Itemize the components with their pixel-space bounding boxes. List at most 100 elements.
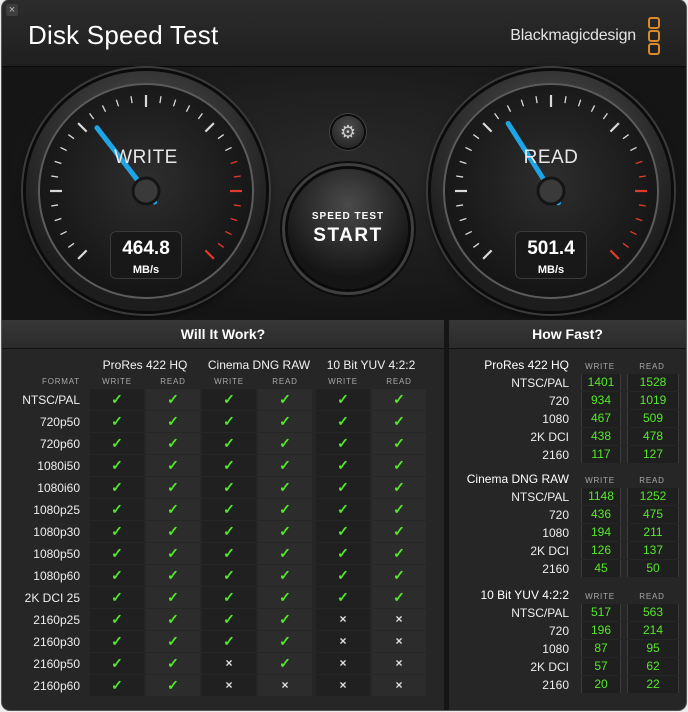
read-gauge-label: READ (523, 147, 579, 168)
undefined (520, 99, 525, 107)
cross-icon: × (316, 675, 370, 696)
group-cinema-dng: Cinema DNG RAW (207, 358, 311, 372)
write-speed-unit: MB/s (132, 264, 160, 276)
read-fps-value: 1528 (627, 374, 679, 391)
speed-test-start-button[interactable]: SPEED TEST START (288, 169, 408, 289)
cross-icon: × (316, 609, 370, 630)
how-fast-row: 2K DCI 126 137 (449, 542, 686, 560)
undefined (51, 204, 59, 207)
format-label: 720p50 (39, 415, 80, 429)
brand-name: Blackmagicdesign (510, 27, 636, 44)
check-icon: ✓ (90, 609, 144, 630)
check-icon: ✓ (146, 675, 200, 696)
write-speed-readout: 464.8 MB/s (110, 231, 182, 279)
check-icon: ✓ (372, 389, 426, 410)
write-fps-value: 117 (581, 446, 621, 463)
write-header: WRITE (585, 592, 615, 601)
resolution-label: 720 (548, 394, 569, 408)
check-icon: ✓ (90, 455, 144, 476)
read-speed-value: 501.4 (527, 238, 575, 259)
check-icon: ✓ (202, 565, 256, 586)
read-fps-value: 509 (627, 410, 679, 427)
format-header: FORMAT (42, 377, 80, 386)
resolution-label: 2160 (542, 448, 569, 462)
write-fps-value: 87 (581, 640, 621, 657)
app-title: Disk Speed Test (28, 20, 219, 50)
how-fast-title: How Fast? (449, 320, 686, 349)
check-icon: ✓ (258, 411, 312, 432)
check-icon: ✓ (316, 521, 370, 542)
check-icon: ✓ (146, 543, 200, 564)
check-icon: ✓ (202, 433, 256, 454)
resolution-label: 2K DCI (530, 544, 569, 558)
write-fps-value: 934 (581, 392, 621, 409)
check-icon: ✓ (90, 499, 144, 520)
how-fast-row: 2160 117 127 (449, 446, 686, 464)
cross-icon: × (316, 631, 370, 652)
check-icon: ✓ (90, 477, 144, 498)
read-header: READ (639, 362, 665, 371)
format-row: 1080i60 ✓ ✓ ✓ ✓ ✓ ✓ (2, 477, 444, 499)
how-fast-row: 2K DCI 57 62 (449, 658, 686, 676)
check-icon: ✓ (258, 653, 312, 674)
read-fps-value: 127 (627, 446, 679, 463)
check-icon: ✓ (90, 389, 144, 410)
check-icon: ✓ (146, 499, 200, 520)
undefined (535, 96, 538, 104)
resolution-label: 720 (548, 624, 569, 638)
cross-icon: × (258, 675, 312, 696)
undefined (564, 96, 567, 104)
read-fps-value: 22 (627, 676, 679, 693)
undefined (115, 99, 120, 107)
check-icon: ✓ (258, 499, 312, 520)
format-row: 720p60 ✓ ✓ ✓ ✓ ✓ ✓ (2, 433, 444, 455)
undefined (67, 134, 75, 140)
close-button[interactable]: × (6, 4, 18, 16)
check-icon: ✓ (372, 521, 426, 542)
format-label: 2160p30 (33, 635, 80, 649)
check-icon: ✓ (258, 609, 312, 630)
check-icon: ✓ (90, 543, 144, 564)
cross-icon: × (316, 653, 370, 674)
check-icon: ✓ (258, 565, 312, 586)
check-icon: ✓ (146, 609, 200, 630)
write-gauge: WRITE 464.8 MB/s (26, 71, 266, 311)
read-fps-value: 214 (627, 622, 679, 639)
resolution-label: NTSC/PAL (511, 606, 569, 620)
check-icon: ✓ (316, 543, 370, 564)
check-icon: ✓ (316, 411, 370, 432)
resolution-label: 1080 (542, 526, 569, 540)
undefined (609, 122, 620, 133)
check-icon: ✓ (202, 543, 256, 564)
read-subheader: READ (160, 377, 186, 386)
check-icon: ✓ (90, 433, 144, 454)
check-icon: ✓ (146, 653, 200, 674)
check-icon: ✓ (90, 631, 144, 652)
undefined (101, 105, 107, 112)
undefined (577, 99, 582, 107)
check-icon: ✓ (146, 477, 200, 498)
how-fast-row: NTSC/PAL 1148 1252 (449, 488, 686, 506)
format-row: 2160p25 ✓ ✓ ✓ ✓ × × (2, 609, 444, 631)
check-icon: ✓ (372, 499, 426, 520)
write-subheader: WRITE (214, 377, 244, 386)
check-icon: ✓ (202, 455, 256, 476)
write-header: WRITE (585, 476, 615, 485)
undefined (77, 122, 88, 133)
group-prores: ProRes 422 HQ (102, 358, 188, 372)
check-icon: ✓ (90, 411, 144, 432)
settings-gear-icon[interactable]: ⚙ (332, 116, 364, 148)
undefined (204, 122, 215, 133)
format-label: 2K DCI 25 (24, 591, 80, 605)
check-icon: ✓ (372, 411, 426, 432)
check-icon: ✓ (146, 433, 200, 454)
format-row: 1080p30 ✓ ✓ ✓ ✓ ✓ ✓ (2, 521, 444, 543)
undefined (130, 96, 133, 104)
how-fast-group-title: ProRes 422 HQ (484, 358, 569, 372)
undefined (635, 217, 643, 222)
undefined (638, 204, 646, 207)
check-icon: ✓ (202, 631, 256, 652)
undefined (456, 204, 464, 207)
will-it-work-title: Will It Work? (2, 320, 444, 349)
check-icon: ✓ (146, 455, 200, 476)
